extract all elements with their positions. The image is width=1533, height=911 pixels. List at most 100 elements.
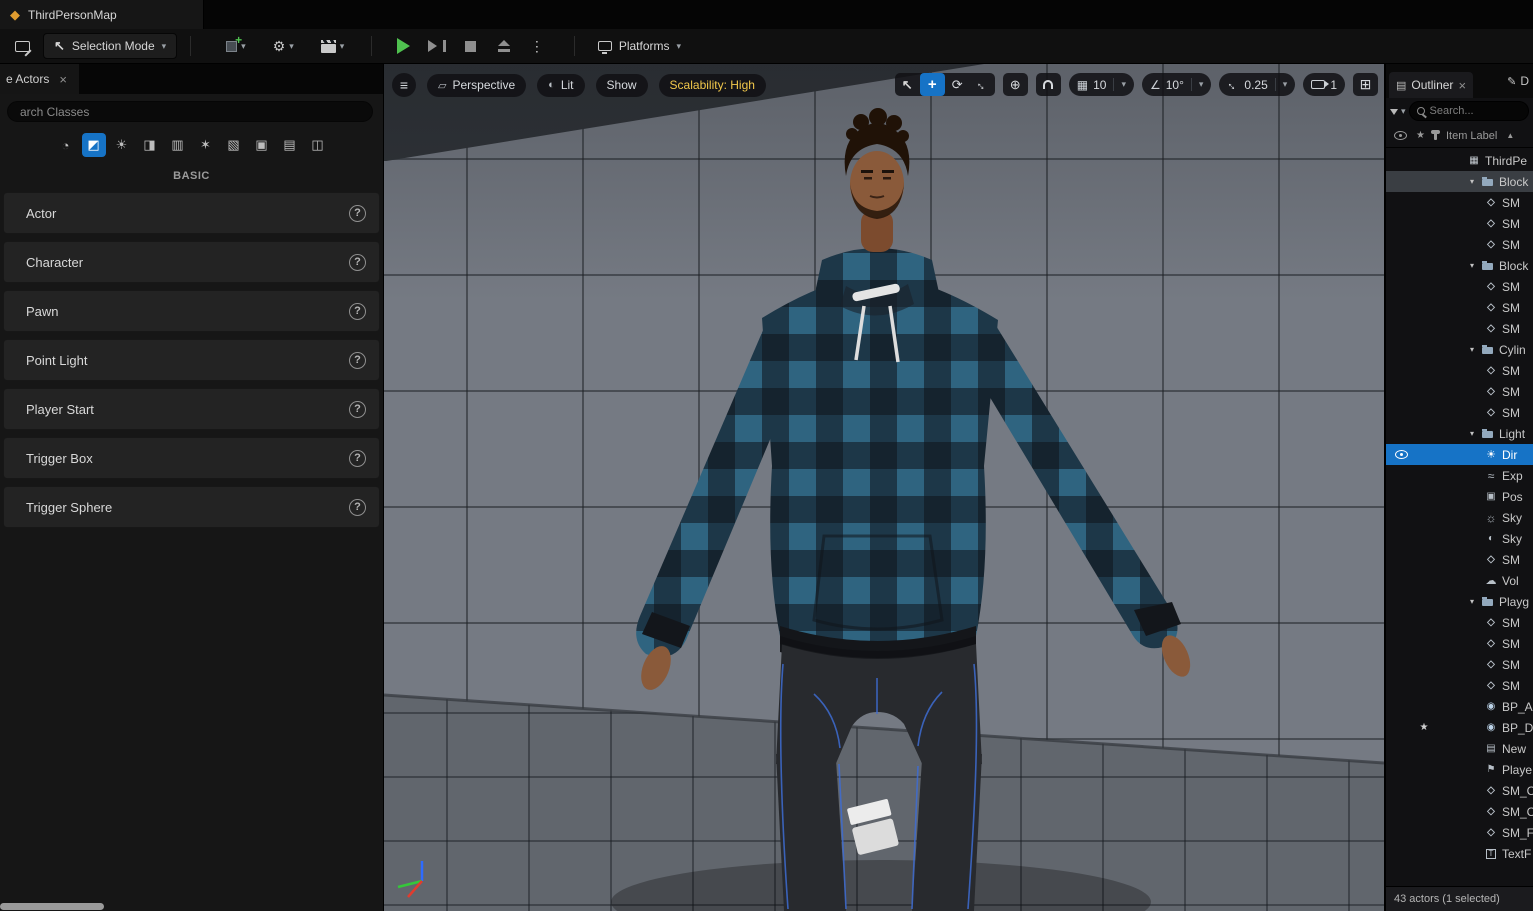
outliner-row[interactable]: SM (1386, 654, 1533, 675)
outliner-tab[interactable]: Outliner (1389, 72, 1474, 98)
expand-arrow-icon[interactable] (1470, 429, 1481, 438)
favorites-column-star-icon[interactable] (1416, 130, 1425, 141)
help-icon[interactable]: ? (349, 351, 366, 369)
outliner-row[interactable]: BP_D (1386, 717, 1533, 738)
select-tool-button[interactable] (895, 73, 920, 96)
platforms-dropdown[interactable]: Platforms (588, 33, 691, 59)
camera-speed-control[interactable]: 1 (1303, 73, 1345, 96)
place-actor-item[interactable]: Point Light ? (3, 339, 380, 381)
horizontal-scrollbar[interactable] (0, 903, 104, 910)
expand-arrow-icon[interactable] (1470, 597, 1481, 606)
character-model[interactable] (384, 64, 1384, 911)
outliner-row[interactable]: SM (1386, 612, 1533, 633)
outliner-row[interactable]: SM (1386, 360, 1533, 381)
pin-column-icon[interactable] (1430, 130, 1440, 140)
editor-modes-button[interactable] (10, 33, 34, 59)
basic-icon[interactable]: ◩ (81, 133, 106, 157)
move-tool-button[interactable] (919, 73, 945, 96)
outliner-row[interactable]: New (1386, 738, 1533, 759)
outliner-row[interactable]: Cylin (1386, 339, 1533, 360)
perspective-dropdown[interactable]: Perspective (427, 73, 527, 97)
scalability-button[interactable]: Scalability: High (658, 73, 766, 97)
eject-button[interactable] (492, 33, 516, 59)
help-icon[interactable]: ? (349, 498, 366, 516)
outliner-row[interactable]: SM (1386, 318, 1533, 339)
blueprints-dropdown[interactable] (269, 33, 298, 59)
volumes-icon[interactable]: ▣ (250, 133, 274, 157)
outliner-row[interactable]: Pos (1386, 486, 1533, 507)
geometry-icon[interactable]: ▧ (222, 133, 246, 157)
expand-arrow-icon[interactable] (1470, 261, 1481, 270)
rotation-snap-control[interactable]: 10° (1141, 73, 1212, 96)
outliner-row[interactable]: SM (1386, 276, 1533, 297)
show-dropdown[interactable]: Show (595, 73, 648, 97)
outliner-row[interactable]: SM_C (1386, 780, 1533, 801)
all-classes-icon[interactable]: ▤ (278, 133, 302, 157)
outliner-row[interactable]: Exp (1386, 465, 1533, 486)
scale-snap-control[interactable]: 0.25 (1219, 73, 1296, 96)
maximize-viewport-button[interactable] (1353, 73, 1378, 96)
selection-mode-dropdown[interactable]: Selection Mode (43, 33, 178, 59)
outliner-row[interactable]: SM (1386, 633, 1533, 654)
play-options-kebab[interactable] (525, 33, 549, 59)
place-actors-tab[interactable]: e Actors (0, 64, 79, 94)
help-icon[interactable]: ? (349, 400, 366, 418)
outliner-row[interactable]: Playe (1386, 759, 1533, 780)
more-classes-icon[interactable]: ◫ (306, 133, 330, 157)
search-classes-input[interactable] (7, 101, 373, 122)
cinematic-icon[interactable]: ▥ (166, 133, 190, 157)
world-space-button[interactable] (1003, 73, 1028, 96)
help-icon[interactable]: ? (349, 449, 366, 467)
add-actor-dropdown[interactable] (222, 33, 250, 59)
level-tab[interactable]: ThirdPersonMap (0, 0, 204, 29)
outliner-row[interactable]: SM (1386, 549, 1533, 570)
details-tab[interactable]: D (1507, 74, 1530, 88)
place-actor-item[interactable]: Trigger Sphere ? (3, 486, 380, 528)
surface-snap-button[interactable] (1036, 73, 1061, 96)
outliner-row[interactable]: TextF (1386, 843, 1533, 864)
close-icon[interactable] (59, 72, 67, 87)
outliner-row[interactable]: Sky (1386, 507, 1533, 528)
sort-arrow-icon[interactable]: ▲ (1506, 131, 1514, 140)
lights-icon[interactable]: ☀ (110, 133, 134, 157)
expand-arrow-icon[interactable] (1470, 345, 1481, 354)
visibility-eye-icon[interactable] (1388, 450, 1414, 459)
place-actor-item[interactable]: Actor ? (3, 192, 380, 234)
shapes-icon[interactable]: ◨ (138, 133, 162, 157)
help-icon[interactable]: ? (349, 204, 366, 222)
outliner-row[interactable]: SM (1386, 297, 1533, 318)
outliner-row[interactable]: Block (1386, 171, 1533, 192)
viewport-options-menu[interactable] (392, 73, 416, 97)
recently-placed-icon[interactable]: ◔ (54, 133, 78, 157)
place-actor-item[interactable]: Pawn ? (3, 290, 380, 332)
visibility-column-eye-icon[interactable] (1394, 131, 1407, 140)
scale-tool-button[interactable] (965, 68, 999, 102)
outliner-row[interactable]: Sky (1386, 528, 1533, 549)
outliner-row[interactable]: SM (1386, 213, 1533, 234)
outliner-row[interactable]: Dir (1386, 444, 1533, 465)
place-actor-item[interactable]: Character ? (3, 241, 380, 283)
outliner-row[interactable]: Block (1386, 255, 1533, 276)
outliner-search-input[interactable]: Search... (1408, 101, 1529, 121)
outliner-row[interactable]: Light (1386, 423, 1533, 444)
frame-skip-button[interactable] (424, 33, 450, 59)
outliner-row[interactable]: SM (1386, 402, 1533, 423)
outliner-row[interactable]: SM_F (1386, 822, 1533, 843)
level-viewport[interactable]: Perspective Lit Show Scalability: High (384, 64, 1384, 911)
close-icon[interactable] (1458, 78, 1466, 93)
chevron-down-icon[interactable] (1401, 106, 1406, 117)
expand-arrow-icon[interactable] (1470, 177, 1481, 186)
help-icon[interactable]: ? (349, 302, 366, 320)
outliner-row[interactable]: Playg (1386, 591, 1533, 612)
stop-button[interactable] (459, 33, 483, 59)
outliner-row[interactable]: SM_C (1386, 801, 1533, 822)
item-label-column-header[interactable]: Item Label (1446, 130, 1497, 142)
outliner-row[interactable]: SM (1386, 381, 1533, 402)
view-mode-dropdown[interactable]: Lit (537, 73, 585, 97)
play-button[interactable] (391, 33, 415, 59)
outliner-row[interactable]: Vol (1386, 570, 1533, 591)
outliner-row[interactable]: SM (1386, 192, 1533, 213)
place-actor-item[interactable]: Trigger Box ? (3, 437, 380, 479)
outliner-row[interactable]: SM (1386, 675, 1533, 696)
outliner-row[interactable]: SM (1386, 234, 1533, 255)
